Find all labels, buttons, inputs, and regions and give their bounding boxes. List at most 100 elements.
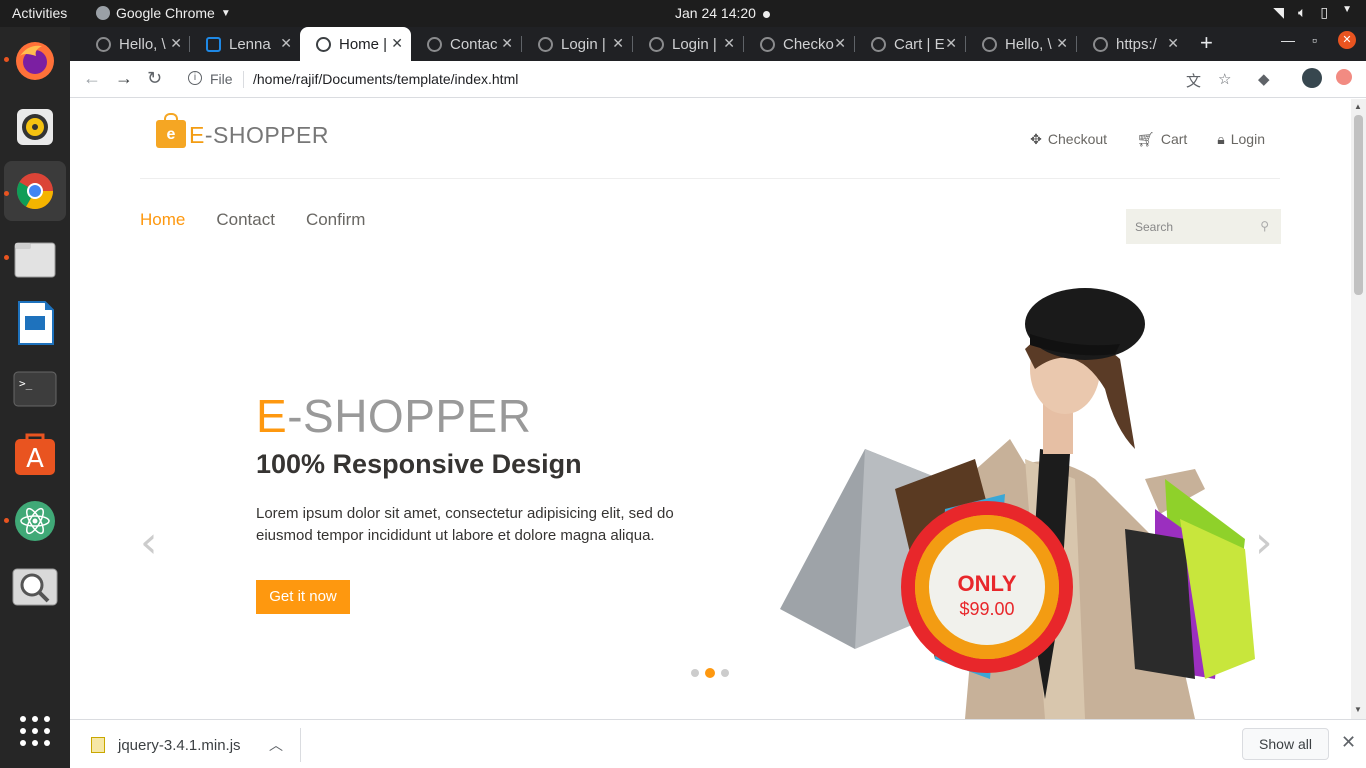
tab-login-1[interactable]: Login | ✕ [522,27,632,61]
scroll-down-icon[interactable]: ▼ [1354,705,1362,714]
close-tab-icon[interactable]: ✕ [1167,35,1179,52]
firefox-icon[interactable] [11,37,59,85]
back-button[interactable]: ← [83,68,101,89]
close-tab-icon[interactable]: ✕ [501,35,513,52]
globe-icon [649,36,664,52]
scroll-up-icon[interactable]: ▲ [1354,102,1362,111]
carousel-dot-3[interactable] [721,669,729,677]
get-it-now-button[interactable]: Get it now [256,580,350,614]
cart-link[interactable]: 🛒︎ Cart [1137,131,1187,148]
close-tab-icon[interactable]: ✕ [612,35,624,52]
tab-label: Checko [783,35,834,53]
globe-icon [1093,36,1108,52]
libreoffice-impress-icon[interactable] [11,299,59,347]
running-indicator [4,57,9,62]
activities-button[interactable]: Activities [12,5,67,21]
running-indicator [4,255,9,260]
browser-toolbar: ← → ↻ i File /home/rajif/Documents/templ… [70,61,1366,98]
tab-login-2[interactable]: Login | ✕ [633,27,743,61]
chrome-icon[interactable] [4,161,66,221]
clock-label: Jan 24 14:20 [675,5,756,21]
show-all-button[interactable]: Show all [1242,728,1329,760]
tab-checkout[interactable]: Checko ✕ [744,27,854,61]
volume-icon: 🔈︎ [1297,4,1307,20]
nav-contact[interactable]: Contact [216,210,275,230]
tab-cart[interactable]: Cart | E ✕ [855,27,965,61]
tab-lenna[interactable]: Lenna ✕ [190,27,300,61]
close-tab-icon[interactable]: ✕ [945,35,957,52]
search-icon[interactable]: ⚲ [1260,219,1269,233]
forward-button[interactable]: → [115,68,133,89]
carousel-dot-1[interactable] [691,669,699,677]
bookmark-star-icon[interactable]: ☆ [1218,70,1231,88]
lock-icon: 🔒︎ [1217,131,1225,147]
close-tab-icon[interactable]: ✕ [834,35,846,52]
minimize-button[interactable]: — [1281,32,1295,48]
scrollbar-thumb[interactable] [1354,115,1363,295]
close-window-button[interactable]: ✕ [1338,30,1356,49]
image-viewer-icon[interactable] [11,563,59,611]
system-tray[interactable]: ◥ 🔈︎ ▯ ▼ [1273,4,1352,21]
nav-confirm[interactable]: Confirm [306,210,366,230]
extension-icon[interactable]: ◆ [1258,70,1270,88]
show-applications-icon[interactable] [11,707,59,755]
search-input[interactable]: Search ⚲ [1126,209,1281,244]
page-viewport: e E-SHOPPER ✥ Checkout 🛒︎ Cart 🔒︎ Login Hom… [70,99,1351,719]
tab-contact[interactable]: Contac ✕ [411,27,521,61]
new-tab-button[interactable]: + [1200,30,1213,56]
ubuntu-software-icon[interactable]: A [11,431,59,479]
close-tab-icon[interactable]: ✕ [391,35,403,52]
tab-hello-1[interactable]: Hello, \ ✕ [80,27,190,61]
price-badge-only: ONLY [957,571,1017,596]
globe-icon [871,36,886,52]
reload-button[interactable]: ↻ [147,68,162,89]
atom-icon[interactable] [11,497,59,545]
tab-label: Hello, \ [119,35,166,53]
tab-label: https:/ [1116,35,1157,53]
tab-home[interactable]: Home | ✕ [300,27,411,61]
header-links: ✥ Checkout 🛒︎ Cart 🔒︎ Login [1030,131,1265,148]
profile-avatar[interactable] [1302,68,1322,92]
close-tab-icon[interactable]: ✕ [1056,35,1068,52]
running-indicator [4,518,9,523]
price-badge-price: $99.00 [959,599,1015,619]
page-scrollbar[interactable]: ▲ ▼ [1351,99,1366,719]
header-divider [140,178,1280,179]
checkout-link[interactable]: ✥ Checkout [1030,131,1107,148]
close-tab-icon[interactable]: ✕ [723,35,735,52]
tab-hello-2[interactable]: Hello, \ ✕ [966,27,1076,61]
chevron-up-icon[interactable]: ︿ [269,735,283,755]
site-logo[interactable]: e E-SHOPPER [156,113,329,148]
price-badge: ONLY $99.00 [901,501,1073,673]
rhythmbox-icon[interactable] [11,103,59,151]
omnibox[interactable]: i File /home/rajif/Documents/template/in… [178,65,1268,94]
app-menu[interactable]: Google Chrome ▼ [96,5,231,21]
carousel-prev-button[interactable]: ‹ [140,517,158,568]
chevron-down-icon: ▼ [220,7,231,19]
main-nav: Home Contact Confirm [140,210,365,230]
close-shelf-icon[interactable]: ✕ [1341,732,1356,753]
close-tab-icon[interactable]: ✕ [170,35,182,52]
clock[interactable]: Jan 24 14:20 [675,5,770,21]
system-top-bar: Activities Google Chrome ▼ Jan 24 14:20 … [0,0,1366,27]
update-icon[interactable] [1336,69,1352,89]
running-indicator [4,191,9,196]
translate-icon[interactable]: 文 [1186,70,1201,91]
divider [243,71,244,88]
login-link[interactable]: 🔒︎ Login [1217,131,1265,148]
nav-home[interactable]: Home [140,210,185,230]
lenna-icon [206,36,221,52]
carousel-indicators [691,668,729,678]
url-text[interactable]: /home/rajif/Documents/template/index.htm… [253,71,518,87]
tab-https[interactable]: https:/ ✕ [1077,27,1187,61]
info-icon[interactable]: i [188,71,202,85]
terminal-icon[interactable]: >_ [11,365,59,413]
price-badge-inner: ONLY $99.00 [929,529,1045,645]
app-menu-label: Google Chrome [116,5,215,21]
close-tab-icon[interactable]: ✕ [280,35,292,52]
files-icon[interactable] [11,235,59,283]
chrome-app-icon [96,6,110,20]
carousel-dot-2[interactable] [705,668,715,678]
maximize-button[interactable]: ▫ [1312,32,1317,48]
download-filename[interactable]: jquery-3.4.1.min.js [118,737,241,754]
